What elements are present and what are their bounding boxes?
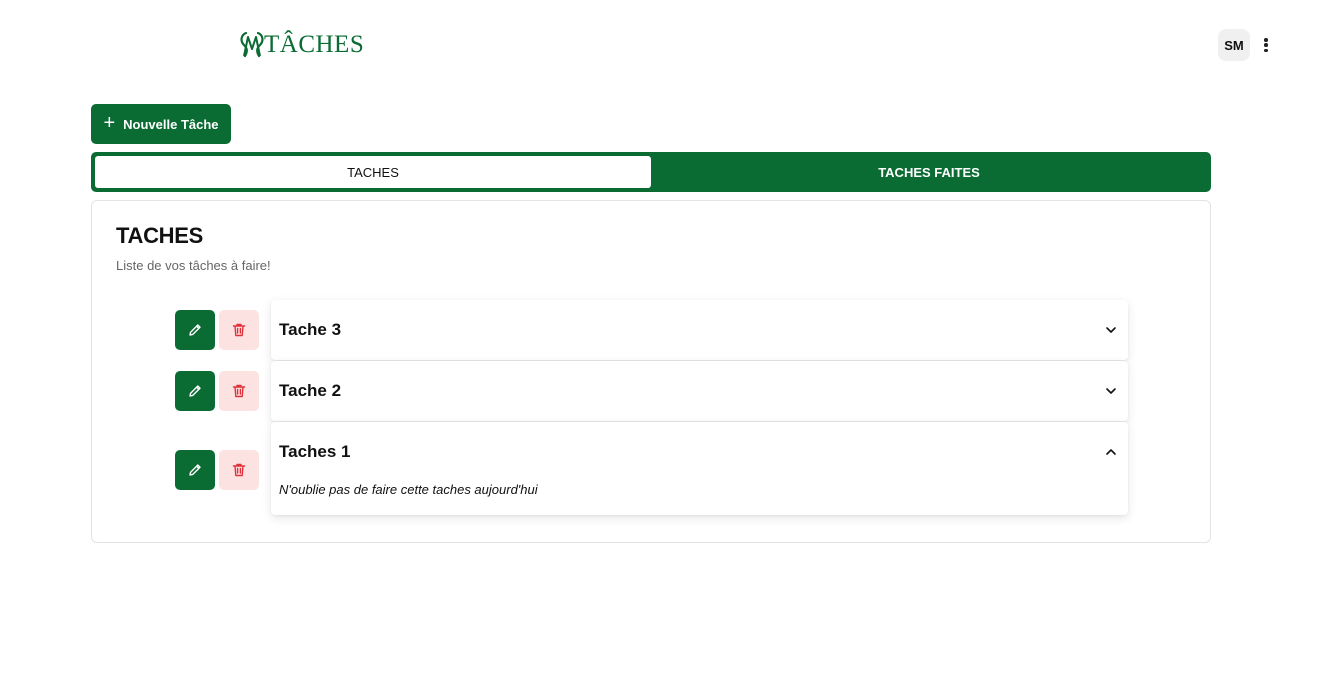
task-title: Tache 2 [279,381,342,400]
logo-monogram-icon [240,31,264,58]
app-header: TÂCHES SM [0,0,1319,90]
task-description: N'oublie pas de faire cette taches aujou… [279,482,538,497]
chevron-down-icon [1106,327,1116,333]
task-tabs: TACHES TACHES FAITES [91,152,1211,192]
delete-task-button[interactable] [219,450,259,490]
delete-task-button[interactable] [219,371,259,411]
more-vertical-icon[interactable] [1258,36,1274,54]
task-header[interactable]: Tache 2 [271,361,1128,421]
new-task-button[interactable]: + Nouvelle Tâche [91,104,231,144]
delete-task-button[interactable] [219,310,259,350]
tab-taches[interactable]: TACHES [95,156,651,188]
task-header[interactable]: Tache 3 [271,300,1128,360]
tasks-card: TACHES Liste de vos tâches à faire! Tach… [91,200,1211,543]
task-header[interactable]: Taches 1 [271,422,1128,482]
app-logo[interactable]: TÂCHES [238,28,364,62]
pencil-icon [189,385,201,397]
tab-taches-faites[interactable]: TACHES FAITES [651,156,1207,188]
trash-icon [232,384,246,398]
task-item: Taches 1 N'oublie pas de faire cette tac… [271,422,1128,515]
task-title: Taches 1 [279,442,351,461]
trash-icon [232,323,246,337]
chevron-down-icon [1106,388,1116,394]
logo-text: TÂCHES [264,31,365,58]
plus-icon: + [103,112,116,134]
chevron-up-icon [1106,449,1116,455]
task-actions [175,310,259,350]
edit-task-button[interactable] [175,310,215,350]
task-title: Tache 3 [279,320,342,339]
avatar[interactable]: SM [1218,29,1250,61]
task-item: Tache 2 [271,361,1128,421]
page-subtitle: Liste de vos tâches à faire! [116,258,271,273]
pencil-icon [189,464,201,476]
edit-task-button[interactable] [175,371,215,411]
task-actions [175,371,259,411]
page-title: TACHES [116,223,204,248]
edit-task-button[interactable] [175,450,215,490]
task-actions [175,450,259,490]
pencil-icon [189,324,201,336]
task-item: Tache 3 [271,300,1128,360]
new-task-label: Nouvelle Tâche [123,116,219,132]
trash-icon [232,463,246,477]
